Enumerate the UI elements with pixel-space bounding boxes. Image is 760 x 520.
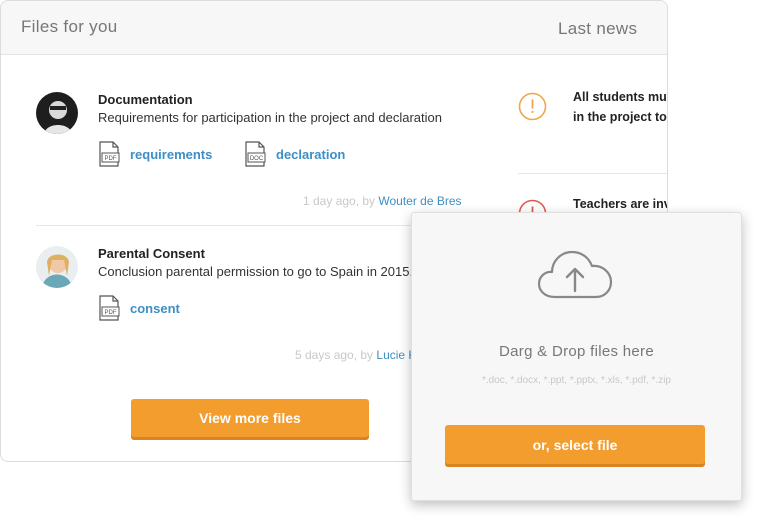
attachment-label[interactable]: requirements xyxy=(130,147,212,162)
files-section-title: Files for you xyxy=(21,17,118,36)
allowed-file-types: *.doc, *.docx, *.ppt, *.pptx, *.xls, *.p… xyxy=(482,375,671,386)
avatar xyxy=(36,246,78,288)
file-description: Requirements for participation in the pr… xyxy=(98,110,442,125)
news-item-text[interactable]: All students must in the project to t xyxy=(573,87,668,127)
file-time: 1 day ago, by xyxy=(303,194,379,208)
cloud-upload-icon xyxy=(537,250,613,299)
file-meta: 1 day ago, by Wouter de Bres xyxy=(303,194,462,208)
file-meta: 5 days ago, by Lucie K xyxy=(295,348,416,362)
file-title: Documentation xyxy=(98,92,193,107)
file-description: Conclusion parental permission to go to … xyxy=(98,264,414,279)
file-title: Parental Consent xyxy=(98,246,205,261)
doc-file-icon: DOC xyxy=(245,141,266,167)
upload-dropzone[interactable]: Darg & Drop files here *.doc, *.docx, *.… xyxy=(411,212,742,501)
attachment-link[interactable]: PDF requirements xyxy=(98,141,212,167)
dropzone-title: Darg & Drop files here xyxy=(499,343,654,360)
svg-text:PDF: PDF xyxy=(105,156,117,162)
card-header: Files for you Last news xyxy=(1,1,667,55)
author-link[interactable]: Wouter de Bres xyxy=(378,194,461,208)
file-time: 5 days ago, by xyxy=(295,348,377,362)
svg-text:PDF: PDF xyxy=(105,310,117,316)
attachment-link[interactable]: PDF consent xyxy=(98,295,180,321)
news-line: All students must xyxy=(573,90,668,104)
view-more-files-button[interactable]: View more files xyxy=(131,399,369,437)
news-item-text[interactable]: Teachers are invi xyxy=(573,194,668,214)
attachment-label[interactable]: consent xyxy=(130,301,180,316)
news-divider xyxy=(518,173,667,174)
avatar xyxy=(36,92,78,134)
divider xyxy=(36,225,466,226)
select-file-button[interactable]: or, select file xyxy=(445,425,705,464)
news-line: in the project to t xyxy=(573,110,668,124)
pdf-file-icon: PDF xyxy=(99,141,120,167)
news-section-title: Last news xyxy=(558,19,638,38)
attachment-label[interactable]: declaration xyxy=(276,147,345,162)
attachment-link[interactable]: DOC declaration xyxy=(244,141,345,167)
svg-text:DOC: DOC xyxy=(250,156,264,162)
alert-icon xyxy=(518,92,547,121)
pdf-file-icon: PDF xyxy=(99,295,120,321)
news-line: Teachers are invi xyxy=(573,197,668,211)
